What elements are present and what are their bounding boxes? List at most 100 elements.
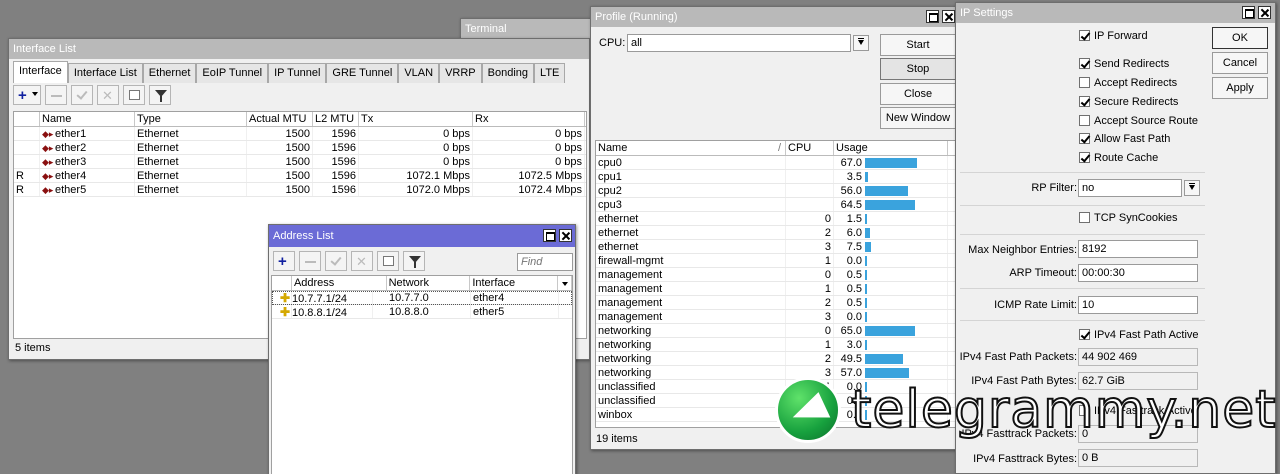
table-row[interactable]: networking 1 3.0 [596,338,956,352]
table-row[interactable]: cpu0 67.0 [596,156,956,170]
table-row[interactable]: firewall-mgmt 1 0.0 [596,254,956,268]
col-network[interactable]: Network [387,276,471,290]
tab-vrrp[interactable]: VRRP [439,63,482,83]
filter-button[interactable] [149,85,171,105]
table-row[interactable]: ethernet 0 1.5 [596,212,956,226]
tab-vlan[interactable]: VLAN [398,63,440,83]
rp-filter-select[interactable]: no [1078,179,1182,197]
arp-timeout-field[interactable]: 00:00:30 [1078,264,1198,282]
checkbox-route-cache[interactable] [1079,152,1090,163]
tab-lte[interactable]: LTE [534,63,566,83]
tab-bonding[interactable]: Bonding [481,63,535,83]
ok-button[interactable]: OK [1212,27,1268,49]
interface-list-titlebar[interactable]: Interface List [9,39,589,59]
add-address-button[interactable]: + [273,251,295,271]
divider [960,172,1205,173]
col-flag[interactable] [14,112,40,126]
close-button[interactable]: Close [880,83,956,105]
col-address[interactable]: Address [292,276,387,290]
col-rx[interactable]: Rx [473,112,585,126]
col-actual-mtu[interactable]: Actual MTU [247,112,313,126]
table-row[interactable]: cpu3 64.5 [596,198,956,212]
table-row[interactable]: ◆▸ ether1 Ethernet 1500 1596 0 bps 0 bps [14,127,586,141]
enable-button[interactable] [71,85,93,105]
start-button[interactable]: Start [880,34,956,56]
table-row[interactable]: R ◆▸ ether4 Ethernet 1500 1596 1072.1 Mbps 1072… [14,169,586,183]
minus-icon [305,261,316,263]
disable-address-button[interactable]: ✕ [351,251,373,271]
maximize-icon[interactable] [926,10,939,23]
stop-button[interactable]: Stop [880,58,956,80]
maximize-icon[interactable] [1242,6,1255,19]
apply-button[interactable]: Apply [1212,77,1268,99]
add-button[interactable]: + [13,85,41,105]
checkbox-ip-forward[interactable] [1079,30,1090,41]
new-window-button[interactable]: New Window [880,107,956,129]
tab-interface[interactable]: Interface [13,61,68,83]
table-row[interactable]: management 2 0.5 [596,296,956,310]
checkbox-allow-fast-path[interactable] [1079,133,1090,144]
close-icon[interactable] [1258,6,1271,19]
tcp-syncookies-checkbox[interactable] [1079,212,1090,223]
col-name[interactable]: Name [40,112,135,126]
tab-ethernet[interactable]: Ethernet [142,63,197,83]
enable-address-button[interactable] [325,251,347,271]
table-row[interactable]: management 3 0.0 [596,310,956,324]
ip-settings-titlebar[interactable]: IP Settings [956,3,1275,23]
checkbox-send-redirects[interactable] [1079,58,1090,69]
col-addr-flag[interactable] [272,276,292,290]
row-network: 10.7.7.0 [387,291,471,304]
close-icon[interactable] [942,10,955,23]
table-row[interactable]: ◆▸ ether3 Ethernet 1500 1596 0 bps 0 bps [14,155,586,169]
table-row[interactable]: R ◆▸ ether5 Ethernet 1500 1596 1072.0 Mbps 1072… [14,183,586,197]
tab-ip-tunnel[interactable]: IP Tunnel [268,63,327,83]
col-tx[interactable]: Tx [359,112,473,126]
comment-address-button[interactable] [377,251,399,271]
col-profile-name[interactable]: Name / [596,141,786,155]
checkbox-secure-redirects[interactable] [1079,96,1090,107]
cpu-dropdown-button[interactable] [853,35,869,51]
col-interface[interactable]: Interface [470,276,559,290]
usage-bar [865,325,915,336]
table-row[interactable]: ✚ 10.7.7.1/24 10.7.7.0 ether4 [272,291,572,305]
terminal-titlebar[interactable]: Terminal [461,19,599,39]
find-input[interactable] [517,253,573,271]
col-type[interactable]: Type [135,112,247,126]
col-l2-mtu[interactable]: L2 MTU [313,112,359,126]
table-row[interactable]: cpu1 3.5 [596,170,956,184]
col-profile-usage[interactable]: Usage [834,141,948,155]
tab-gre-tunnel[interactable]: GRE Tunnel [326,63,399,83]
row-name: ether1 [55,128,87,140]
table-row[interactable]: management 1 0.5 [596,282,956,296]
maximize-icon[interactable] [543,229,556,242]
tab-interface-list[interactable]: Interface List [67,63,143,83]
col-profile-cpu[interactable]: CPU [786,141,834,155]
checkbox-accept-source-route[interactable] [1079,115,1090,126]
address-list-window[interactable]: Address List + ✕ Address Network Interfa… [268,224,576,474]
remove-button[interactable] [45,85,67,105]
table-row[interactable]: ✚ 10.8.8.1/24 10.8.8.0 ether5 [272,305,572,319]
comment-button[interactable] [123,85,145,105]
rp-filter-dropdown-button[interactable] [1184,180,1200,196]
table-row[interactable]: ◆▸ ether2 Ethernet 1500 1596 0 bps 0 bps [14,141,586,155]
disable-button[interactable]: ✕ [97,85,119,105]
cpu-select[interactable]: all [627,34,851,52]
table-row[interactable]: cpu2 56.0 [596,184,956,198]
address-list-titlebar[interactable]: Address List [269,225,575,247]
cancel-button[interactable]: Cancel [1212,52,1268,74]
table-row[interactable]: networking 2 49.5 [596,352,956,366]
usage-bar [865,185,908,196]
table-row[interactable]: management 0 0.5 [596,268,956,282]
remove-address-button[interactable] [299,251,321,271]
tab-eoip-tunnel[interactable]: EoIP Tunnel [196,63,269,83]
table-row[interactable]: ethernet 3 7.5 [596,240,956,254]
close-icon[interactable] [559,229,572,242]
column-menu-button[interactable] [558,276,572,290]
table-row[interactable]: networking 0 65.0 [596,324,956,338]
icmp-rate-field[interactable]: 10 [1078,296,1198,314]
max-neighbor-field[interactable]: 8192 [1078,240,1198,258]
filter-address-button[interactable] [403,251,425,271]
table-row[interactable]: ethernet 2 6.0 [596,226,956,240]
checkbox-accept-redirects[interactable] [1079,77,1090,88]
profile-titlebar[interactable]: Profile (Running) [591,7,959,27]
